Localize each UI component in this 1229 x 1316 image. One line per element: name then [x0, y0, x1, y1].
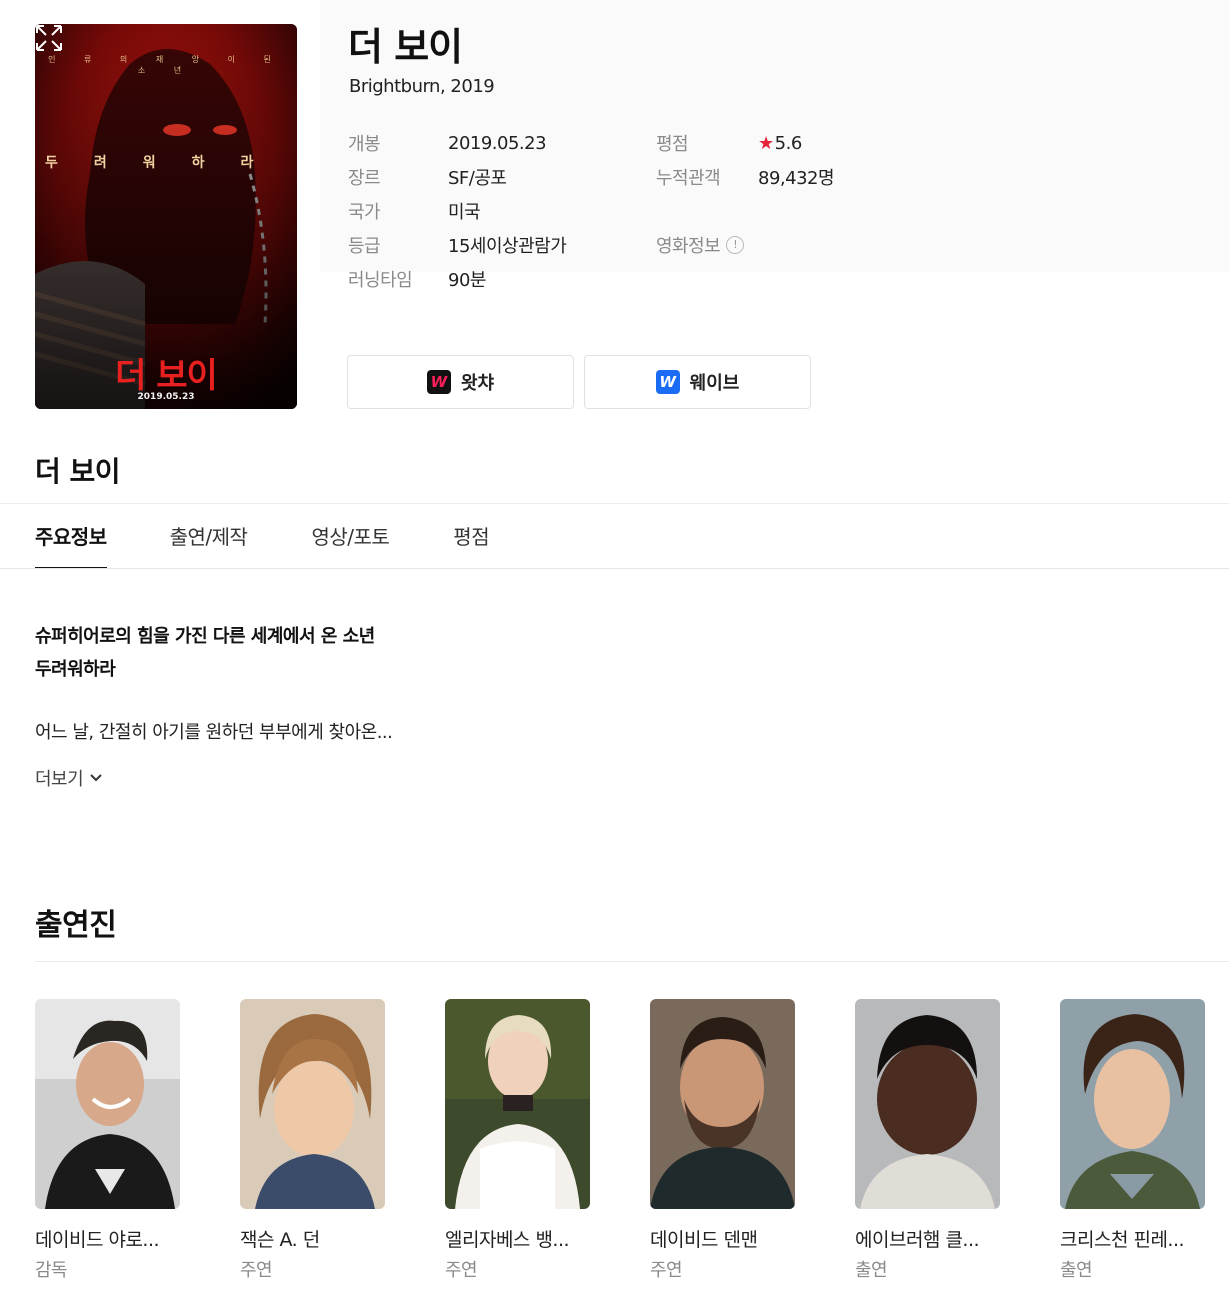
info-row-country: 국가 미국: [348, 194, 566, 228]
movie-title: 더 보이: [348, 25, 463, 69]
tagline-line: 두려워하라: [35, 659, 116, 680]
chevron-down-icon: [90, 774, 102, 782]
cast-photo[interactable]: [650, 999, 795, 1209]
ott-watcha-button[interactable]: W 왓챠: [347, 355, 574, 409]
cast-name[interactable]: 엘리자베스 뱅...: [445, 1225, 615, 1252]
info-label: 국가: [348, 202, 381, 223]
cast-role: 주연: [650, 1260, 683, 1281]
tagline-line: 슈퍼히어로의 힘을 가진 다른 세계에서 온 소년: [35, 626, 375, 647]
movie-poster[interactable]: 인 류 의 재 앙 이 된 소 년 두려워하라 더 보이 2019.05.23: [35, 24, 297, 409]
info-row-grade: 등급 15세이상관람가: [348, 228, 567, 262]
ott-wavve-button[interactable]: W 웨이브: [584, 355, 811, 409]
divider: [35, 961, 1229, 962]
more-button[interactable]: 더보기: [35, 765, 103, 791]
info-row-movieinfo[interactable]: 영화정보 !: [656, 228, 834, 262]
cast-photo[interactable]: [240, 999, 385, 1209]
movie-info-right: 평점 ★5.6 누적관객 89,432명 영화정보 !: [656, 126, 835, 262]
audience-value: 89,432명: [758, 168, 835, 189]
info-row-rating: 평점 ★5.6: [656, 126, 834, 160]
info-icon[interactable]: !: [726, 236, 745, 254]
poster-date: 2019.05.23: [137, 392, 195, 402]
cast-name[interactable]: 데이비드 덴맨: [650, 1225, 820, 1252]
info-value: 미국: [448, 202, 481, 223]
info-value: 15세이상관람가: [448, 236, 567, 257]
cast-photo[interactable]: [1060, 999, 1205, 1209]
info-label: 개봉: [348, 134, 381, 155]
cast-card[interactable]: 잭슨 A. 던 주연: [240, 999, 410, 1282]
cast-card[interactable]: 데이비드 야로... 감독: [35, 999, 205, 1282]
cast-role: 주연: [240, 1260, 273, 1281]
info-value: 90분: [448, 270, 486, 291]
cast-section-title: 출연진: [35, 908, 117, 943]
movie-header: 인 류 의 재 앙 이 된 소 년 두려워하라 더 보이 2019.05.23 …: [0, 0, 1229, 430]
info-row-audience: 누적관객 89,432명: [656, 160, 835, 194]
poster-tagline: 인 류 의 재 앙 이 된 소 년: [48, 55, 284, 75]
cast-card[interactable]: 에이브러햄 클... 출연: [855, 999, 1025, 1282]
movieinfo-label[interactable]: 영화정보: [656, 232, 721, 258]
tab-bar: 주요정보 출연/제작 영상/포토 평점: [35, 505, 490, 569]
section-title: 더 보이: [35, 455, 121, 488]
info-label: 등급: [348, 236, 381, 257]
more-label: 더보기: [35, 769, 84, 790]
wavve-logo-icon: W: [655, 370, 680, 394]
tab-cast-crew[interactable]: 출연/제작: [170, 505, 248, 569]
cast-card[interactable]: 엘리자베스 뱅... 주연: [445, 999, 615, 1282]
cast-role: 주연: [445, 1260, 478, 1281]
movie-original-title: Brightburn, 2019: [349, 76, 495, 97]
audience-label: 누적관객: [656, 168, 721, 189]
divider: [0, 568, 1229, 569]
divider: [0, 503, 1229, 504]
rating-label: 평점: [656, 134, 689, 155]
tab-main-info[interactable]: 주요정보: [35, 505, 107, 569]
info-row-runtime: 러닝타임 90분: [348, 262, 566, 296]
cast-name[interactable]: 에이브러햄 클...: [855, 1225, 1025, 1252]
cast-card[interactable]: 데이비드 덴맨 주연: [650, 999, 820, 1282]
info-row-genre: 장르 SF/공포: [348, 160, 566, 194]
cast-name[interactable]: 잭슨 A. 던: [240, 1225, 410, 1252]
poster-title: 더 보이: [115, 356, 218, 396]
info-value: SF/공포: [448, 168, 507, 189]
cast-photo[interactable]: [445, 999, 590, 1209]
tab-video-photo[interactable]: 영상/포토: [311, 505, 389, 569]
cast-card[interactable]: 크리스천 핀레... 출연: [1060, 999, 1229, 1282]
poster-dare-text: 두려워하라: [45, 155, 290, 171]
cast-role: 출연: [855, 1260, 888, 1281]
rating-value: 5.6: [774, 132, 803, 154]
info-value: 2019.05.23: [448, 132, 547, 154]
watcha-logo-icon: W: [426, 370, 451, 394]
rating-value-wrap: ★5.6: [758, 133, 802, 154]
movie-tagline: 슈퍼히어로의 힘을 가진 다른 세계에서 온 소년 두려워하라: [35, 620, 375, 686]
info-row-release: 개봉 2019.05.23: [348, 126, 566, 160]
cast-photo[interactable]: [35, 999, 180, 1209]
info-label: 장르: [348, 168, 381, 189]
star-icon: ★: [758, 132, 774, 154]
ott-label: 웨이브: [689, 373, 740, 394]
cast-name[interactable]: 크리스천 핀레...: [1060, 1225, 1229, 1252]
cast-role: 감독: [35, 1260, 68, 1281]
info-label: 러닝타임: [348, 270, 413, 291]
cast-photo[interactable]: [855, 999, 1000, 1209]
tab-rating[interactable]: 평점: [453, 505, 489, 569]
cast-name[interactable]: 데이비드 야로...: [35, 1225, 205, 1252]
info-row-spacer: [656, 194, 834, 228]
ott-label: 왓챠: [460, 373, 495, 394]
cast-role: 출연: [1060, 1260, 1093, 1281]
synopsis-text: 어느 날, 간절히 아기를 원하던 부부에게 찾아온...: [35, 722, 393, 743]
movie-info-left: 개봉 2019.05.23 장르 SF/공포 국가 미국 등급 15세이상관람가…: [348, 126, 567, 296]
expand-icon[interactable]: [35, 24, 63, 52]
